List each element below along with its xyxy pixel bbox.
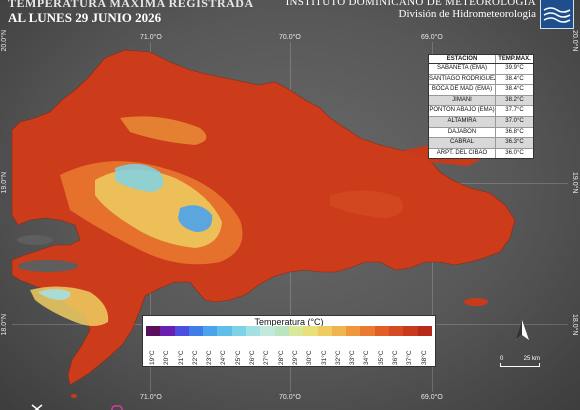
lake-azuei: [18, 260, 78, 272]
legend-labels: 19°C 20°C 21°C 22°C 23°C 24°C 25°C 26°C 27°C 28°C…: [146, 339, 432, 365]
coord-left-19: 19.0°N: [1, 172, 8, 194]
coord-bottom-70: 70.0°O: [279, 394, 301, 401]
isla-saona: [464, 298, 488, 306]
station-row: DAJABÓN 36.8°C: [429, 127, 533, 139]
station-header-name: ESTACION: [429, 55, 496, 63]
legend-swatch: [303, 326, 318, 336]
station-name: ALTAMIRA: [429, 116, 496, 127]
station-temp: 37.7°C: [505, 107, 524, 114]
station-row: CABRAL 36.3°C: [429, 138, 533, 149]
legend-swatch: [274, 326, 289, 336]
legend-swatch: [160, 326, 175, 336]
legend-label: 24°C: [220, 350, 228, 365]
legend-label: 28°C: [277, 350, 285, 365]
station-header-value: TEMP.MAX.: [498, 56, 531, 62]
scale-zero: 0: [500, 356, 504, 362]
station-row: PONTÓN ABAJO (EMA) 37.7°C: [429, 106, 533, 117]
station-name: CABRAL: [429, 138, 496, 148]
legend-swatch: [231, 326, 247, 336]
station-row: ALTAMIRA 37.0°C: [429, 116, 533, 128]
station-name: SANTIAGO RODRIGUEZ: [429, 74, 496, 85]
station-name: DAJABÓN: [429, 127, 496, 138]
legend-label: 29°C: [291, 350, 299, 365]
station-name: PONTÓN ABAJO (EMA): [429, 106, 496, 116]
legend-swatch: [203, 326, 218, 336]
scale-bar: 0 25 km: [500, 356, 540, 367]
legend-label: 26°C: [249, 350, 257, 365]
station-name: SABANETA (EMA): [429, 64, 496, 74]
station-temp: 38.4°C: [505, 75, 524, 82]
legend-label: 22°C: [191, 350, 199, 365]
legend-swatch: [403, 326, 418, 336]
coord-right-18: 18.0°N: [571, 314, 578, 336]
legend-swatch: [331, 326, 347, 336]
legend-label: 36°C: [392, 350, 400, 365]
legend-swatch: [417, 326, 432, 336]
legend-label: 32°C: [334, 350, 342, 365]
legend-label: 30°C: [306, 350, 314, 365]
station-temp: 39.9°C: [505, 65, 524, 71]
legend-label: 33°C: [349, 350, 357, 365]
legend-label: 31°C: [320, 350, 328, 365]
legend-label: 35°C: [377, 350, 385, 365]
legend-swatch: [246, 326, 261, 336]
legend-swatch: [317, 326, 332, 336]
coord-bottom-69: 69.0°O: [421, 394, 443, 401]
legend-swatch: [360, 326, 375, 336]
legend-swatch: [188, 326, 204, 336]
legend-label: 27°C: [263, 350, 271, 365]
coord-right-20: 20.0°N: [571, 30, 578, 52]
station-row: SABANETA (EMA) 39.9°C: [429, 64, 533, 75]
north-arrow-icon: [512, 318, 532, 349]
station-temp: 36.3°C: [505, 139, 524, 146]
coord-left-18: 18.0°N: [1, 314, 8, 336]
x-social-icon[interactable]: [30, 400, 44, 410]
legend-label: 25°C: [234, 350, 242, 365]
coord-left-20: 20.0°N: [1, 30, 8, 52]
legend-swatch: [260, 326, 275, 336]
station-temp: 38.2°C: [505, 96, 524, 103]
station-name: ARPT. DEL CIBAO: [429, 148, 496, 159]
coord-top-70: 70.0°O: [279, 34, 301, 41]
station-temp: 36.8°C: [505, 128, 524, 135]
station-row: SANTIAGO RODRIGUEZ 38.4°C: [429, 74, 533, 86]
station-table-header: ESTACION TEMP.MAX.: [429, 55, 533, 64]
bay-cutout: [17, 235, 53, 245]
legend-swatch: [146, 326, 161, 336]
scale-distance: 25 km: [523, 356, 540, 362]
station-temp: 37.0°C: [505, 117, 524, 124]
station-table: ESTACION TEMP.MAX. SABANETA (EMA) 39.9°C …: [428, 54, 534, 160]
station-name: BOCA DE MAD (EMA): [429, 85, 496, 95]
legend-swatch: [346, 326, 361, 336]
legend-label: 23°C: [206, 350, 214, 365]
coord-right-19: 19.0°N: [571, 172, 578, 194]
legend-label: 38°C: [420, 350, 428, 365]
legend-color-bar: [146, 326, 432, 336]
legend-label: 34°C: [363, 350, 371, 365]
coord-top-71: 71.0°O: [140, 34, 162, 41]
legend-label: 21°C: [177, 350, 185, 365]
legend-swatch: [288, 326, 304, 336]
coord-bottom-71: 71.0°O: [140, 394, 162, 401]
legend-label: 37°C: [406, 350, 414, 365]
station-name: JIMANI: [429, 95, 496, 106]
legend-swatch: [174, 326, 189, 336]
legend-swatch: [374, 326, 390, 336]
legend-label: 19°C: [149, 350, 156, 365]
legend-swatch: [217, 326, 232, 336]
instagram-icon[interactable]: [110, 400, 124, 410]
legend-label: 20°C: [163, 350, 171, 365]
station-row: JIMANI 38.2°C: [429, 95, 533, 107]
map-figure: TEMPERATURA MÁXIMA REGISTRADA AL LUNES 2…: [0, 0, 580, 410]
legend-swatch: [389, 326, 404, 336]
coord-top-69: 69.0°O: [421, 34, 443, 41]
station-row: ARPT. DEL CIBAO 36.0°C: [429, 148, 533, 159]
station-row: BOCA DE MAD (EMA) 38.4°C: [429, 85, 533, 96]
station-temp: 36.0°C: [505, 149, 524, 156]
scale-bar-line: [500, 363, 540, 367]
temperature-legend: Temperatura (°C) 19°C 20°C 21°C 22°C 23°C 24°…: [142, 315, 436, 367]
isla-beata: [71, 394, 77, 398]
station-temp: 38.4°C: [505, 86, 524, 93]
